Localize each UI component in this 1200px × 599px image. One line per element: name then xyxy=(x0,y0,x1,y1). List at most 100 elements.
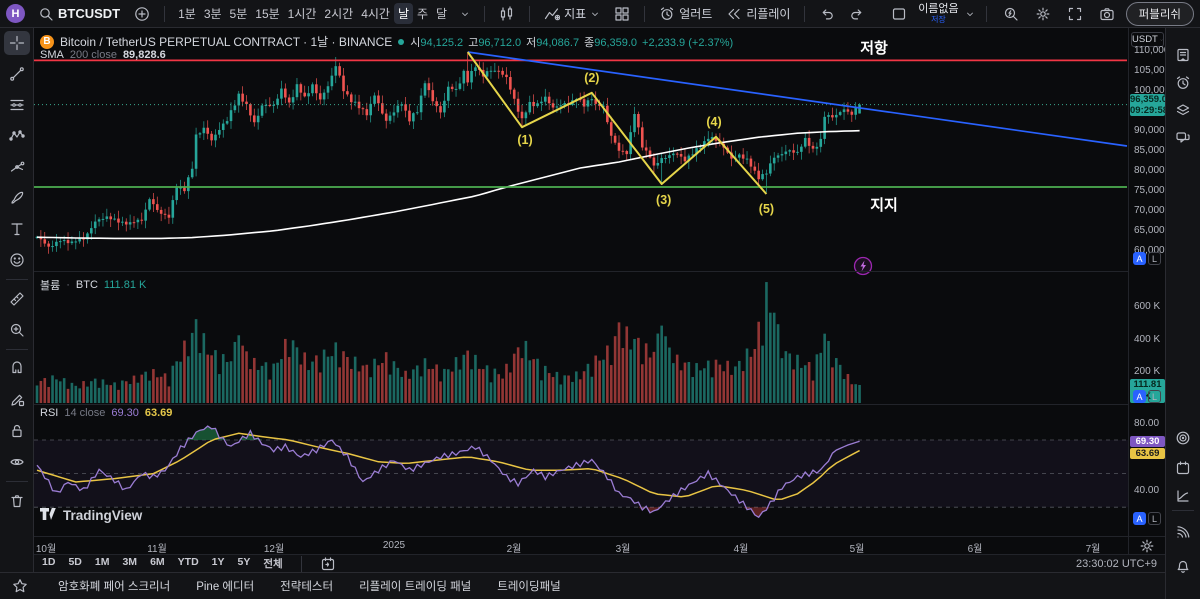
watchlist-panel-button[interactable] xyxy=(1171,43,1195,67)
interval-group: 1분3분5분15분1시간2시간4시간날주달 xyxy=(174,3,451,24)
interval-button-4시간[interactable]: 4시간 xyxy=(357,3,394,24)
interval-button-5분[interactable]: 5분 xyxy=(226,3,252,24)
range-button-5Y[interactable]: 5Y xyxy=(238,556,251,571)
symbol-search-button[interactable]: BTCUSDT xyxy=(33,4,125,24)
pattern-tool[interactable] xyxy=(4,124,30,148)
scale-mode-buttons: AL xyxy=(1133,512,1161,525)
interval-button-1분[interactable]: 1분 xyxy=(174,3,200,24)
pane-separator[interactable] xyxy=(34,271,1165,272)
notifications-bell-button[interactable] xyxy=(1171,555,1195,579)
range-button-전체[interactable]: 전체 xyxy=(263,556,282,571)
drawing-mode-tool[interactable] xyxy=(4,388,30,412)
screener-button[interactable] xyxy=(1171,426,1195,450)
compare-add-button[interactable] xyxy=(129,4,155,24)
chevron-down-icon[interactable] xyxy=(965,9,975,19)
auto-scale-button[interactable]: A xyxy=(1133,252,1146,265)
plus-circle-icon xyxy=(134,6,150,22)
range-button-1Y[interactable]: 1Y xyxy=(212,556,225,571)
remove-drawings-tool[interactable] xyxy=(4,489,30,513)
log-scale-button[interactable]: L xyxy=(1148,252,1161,265)
interval-button-1시간[interactable]: 1시간 xyxy=(284,3,321,24)
time-axis-label: 2월 xyxy=(507,540,522,555)
range-button-YTD[interactable]: YTD xyxy=(178,556,199,571)
forecast-tool[interactable] xyxy=(4,155,30,179)
layout-select-button[interactable] xyxy=(886,4,912,24)
chart-plot-area[interactable]: (1)(2)(3)(4)(5)저항지지 B Bitcoin / TetherUS… xyxy=(34,28,1128,535)
alerts-panel-button[interactable] xyxy=(1171,71,1195,95)
toolbar-divider xyxy=(6,349,28,350)
crosshair-tool[interactable] xyxy=(4,31,30,55)
log-scale-button[interactable]: L xyxy=(1148,512,1161,525)
zoom-in-tool[interactable] xyxy=(4,318,30,342)
range-button-3M[interactable]: 3M xyxy=(122,556,137,571)
rsi-value: 69.30 xyxy=(111,407,139,419)
volume-axis-label: 200 K xyxy=(1134,366,1160,377)
publish-button[interactable]: 퍼블리쉬 xyxy=(1126,2,1194,26)
hide-drawings-tool[interactable] xyxy=(4,450,30,474)
main-chart-canvas[interactable]: (1)(2)(3)(4)(5)저항지지 xyxy=(34,28,1128,535)
bottom-tab-4[interactable]: 트레이딩패널 xyxy=(497,578,560,594)
bottom-tab-1[interactable]: Pine 에디터 xyxy=(196,578,254,594)
go-to-date-icon[interactable] xyxy=(320,556,336,572)
interval-button-2시간[interactable]: 2시간 xyxy=(320,3,357,24)
toolbar-separator xyxy=(529,6,530,22)
layout-name-button[interactable]: 이름없음 저장 xyxy=(918,4,958,24)
text-tool[interactable] xyxy=(4,217,30,241)
sma-name: SMA xyxy=(40,49,64,61)
interval-expand-button[interactable] xyxy=(455,7,475,21)
range-button-1D[interactable]: 1D xyxy=(42,556,55,571)
bottom-panel-tabs: 암호화폐 페어 스크리너 Pine 에디터 전략테스터 리플레이 트레이딩 패널 트레이… xyxy=(0,572,1165,599)
rsi-legend-row[interactable]: RSI 14 close 69.30 63.69 xyxy=(40,407,172,419)
symbol-label: BTCUSDT xyxy=(58,6,120,21)
interval-button-날[interactable]: 날 xyxy=(394,3,413,24)
alert-button[interactable]: 얼러트 xyxy=(654,3,717,24)
hotlist-button[interactable] xyxy=(1171,484,1195,508)
settings-button[interactable] xyxy=(1030,4,1056,24)
range-button-5D[interactable]: 5D xyxy=(68,556,81,571)
interval-button-달[interactable]: 달 xyxy=(432,3,451,24)
layout-templates-button[interactable] xyxy=(609,4,635,24)
symbol-legend-row[interactable]: B Bitcoin / TetherUS PERPETUAL CONTRACT … xyxy=(40,33,738,50)
user-avatar[interactable]: H xyxy=(6,4,25,23)
interval-button-3분[interactable]: 3분 xyxy=(200,3,226,24)
streams-button[interactable] xyxy=(1171,520,1195,544)
pane-separator[interactable] xyxy=(34,404,1165,405)
bottom-tab-0[interactable]: 암호화폐 페어 스크리너 xyxy=(58,578,170,594)
replay-button[interactable]: 리플레이 xyxy=(721,3,795,24)
sma-legend-row[interactable]: SMA 200 close 89,828.6 xyxy=(40,49,166,61)
bottom-tab-3[interactable]: 리플레이 트레이딩 패널 xyxy=(359,578,471,594)
chat-panel-button[interactable] xyxy=(1171,126,1195,150)
calendar-panel-button[interactable] xyxy=(1171,456,1195,480)
auto-scale-button[interactable]: A xyxy=(1133,390,1146,403)
price-axis[interactable]: USDT110,000.0105,000.0100,000.090,000.08… xyxy=(1128,28,1165,536)
chart-style-button[interactable] xyxy=(494,4,520,24)
undo-button[interactable] xyxy=(814,4,840,24)
range-button-6M[interactable]: 6M xyxy=(150,556,165,571)
ruler-tool[interactable] xyxy=(4,287,30,311)
volume-legend-row[interactable]: 볼륨 · BTC 111.81 K xyxy=(40,277,146,293)
quick-search-button[interactable] xyxy=(998,4,1024,24)
axis-settings-corner[interactable] xyxy=(1128,536,1165,554)
indicators-button[interactable]: 지표 xyxy=(539,3,605,24)
log-scale-button[interactable]: L xyxy=(1148,390,1161,403)
time-axis[interactable]: 10월11월12월20252월3월4월5월6월7월 xyxy=(34,536,1128,554)
fullscreen-button[interactable] xyxy=(1062,4,1088,24)
fib-retracement-tool[interactable] xyxy=(4,93,30,117)
gear-icon[interactable] xyxy=(1139,538,1155,554)
lock-all-tool[interactable] xyxy=(4,419,30,443)
interval-button-15분[interactable]: 15분 xyxy=(251,3,283,24)
brush-tool[interactable] xyxy=(4,186,30,210)
bottom-tab-2[interactable]: 전략테스터 xyxy=(280,578,333,594)
interval-button-주[interactable]: 주 xyxy=(413,3,432,24)
snapshot-button[interactable] xyxy=(1094,4,1120,24)
clock-label[interactable]: 23:30:02 UTC+9 xyxy=(1076,558,1157,570)
undo-icon xyxy=(819,6,835,22)
object-tree-button[interactable] xyxy=(1171,98,1195,122)
magnet-tool[interactable] xyxy=(4,357,30,381)
trend-line-tool[interactable] xyxy=(4,62,30,86)
star-icon[interactable] xyxy=(12,578,28,594)
emoji-tool[interactable] xyxy=(4,248,30,272)
redo-button[interactable] xyxy=(844,4,870,24)
range-button-1M[interactable]: 1M xyxy=(95,556,110,571)
auto-scale-button[interactable]: A xyxy=(1133,512,1146,525)
